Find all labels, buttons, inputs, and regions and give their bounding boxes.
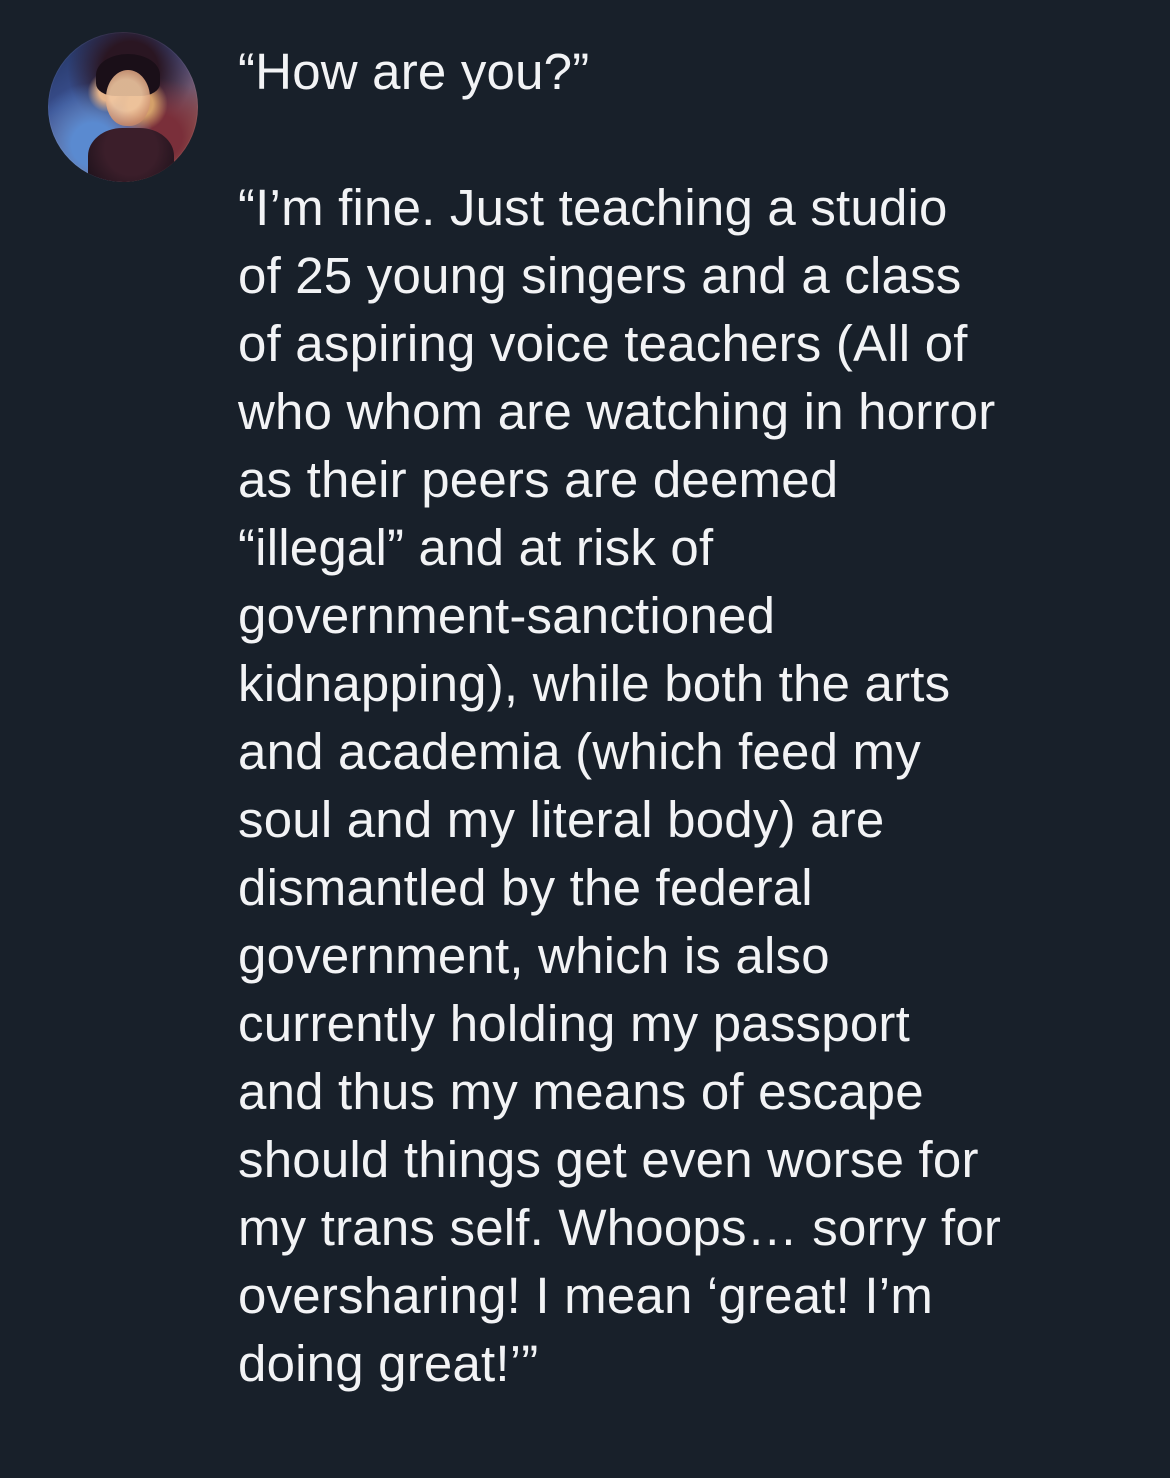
avatar-face	[106, 70, 150, 126]
avatar[interactable]	[48, 32, 198, 182]
avatar-body	[88, 128, 174, 182]
post-text: “How are you?” “I’m fine. Just teaching …	[238, 43, 1002, 1392]
post: “How are you?” “I’m fine. Just teaching …	[0, 0, 1170, 1478]
